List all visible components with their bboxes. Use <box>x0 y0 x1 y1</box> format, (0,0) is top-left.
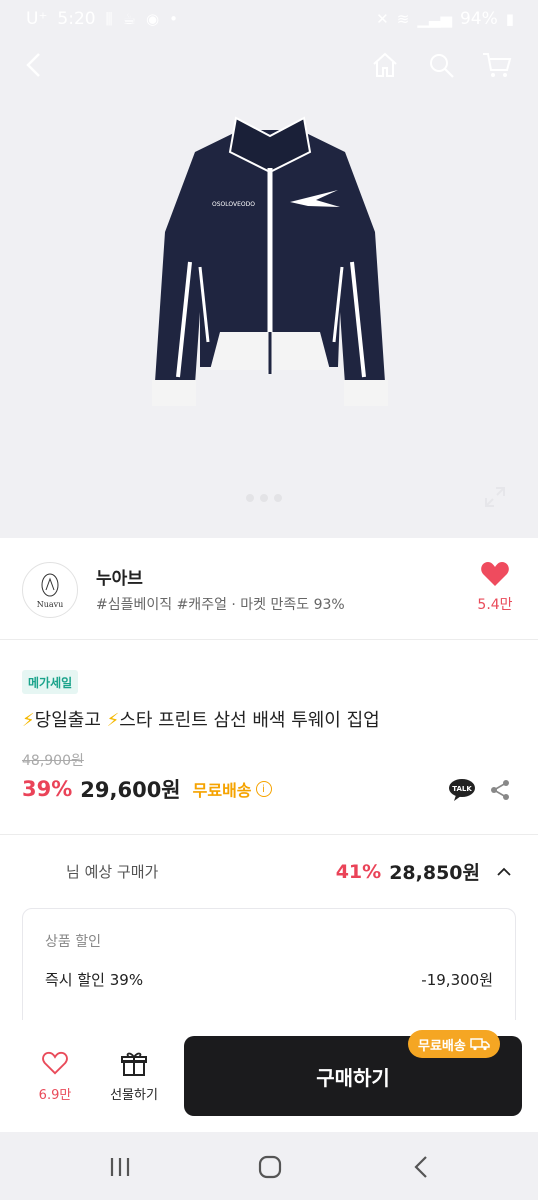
truck-icon <box>470 1038 490 1051</box>
seller-like-count: 5.4만 <box>477 597 513 613</box>
more-dot-icon: • <box>169 10 178 28</box>
chevron-up-icon[interactable] <box>496 864 512 880</box>
home-button[interactable] <box>368 48 402 82</box>
search-icon <box>430 54 454 78</box>
share-icon[interactable] <box>488 778 512 802</box>
lightning-icon: ⚡ <box>22 710 35 731</box>
wifi-icon: ≋ <box>396 10 410 28</box>
signal-icon: ▁▃▅ <box>417 10 452 28</box>
back-icon <box>26 53 40 77</box>
seller-name[interactable]: 누아브 <box>96 564 143 589</box>
carrier-text: U⁺ <box>26 9 48 29</box>
product-photo: OSOLOVEODO <box>152 116 388 406</box>
free-shipping-label: 무료배송 <box>192 781 252 800</box>
product-title: ⚡당일출고 ⚡스타 프린트 삼선 배색 투웨이 집업 <box>22 706 380 732</box>
seller-tags: #심플베이직 #캐주얼 · 마켓 만족도 93% <box>96 597 345 613</box>
discount-box-title: 상품 할인 <box>45 934 101 950</box>
system-home-icon[interactable] <box>256 1154 284 1180</box>
title-rest: 스타 프린트 삼선 배색 투웨이 집업 <box>119 710 380 731</box>
expected-price: 28,850원 <box>389 862 480 884</box>
expand-icon[interactable] <box>482 484 508 510</box>
sale-price: 29,600원 <box>80 778 181 802</box>
top-navigation <box>0 38 538 92</box>
app-notification-icon: ☕ <box>122 10 136 28</box>
heart-filled-icon <box>481 562 509 586</box>
heart-outline-icon <box>42 1051 68 1075</box>
free-shipping-pill: 무료배송 <box>408 1030 500 1058</box>
price-row: 39% 29,600원 무료배송 i <box>22 774 272 804</box>
instant-discount-label: 즉시 할인 39% <box>45 971 144 989</box>
gift-icon <box>121 1052 147 1076</box>
title-same-day: 당일출고 <box>34 710 101 731</box>
battery-icon: ▮ <box>505 10 514 28</box>
section-divider <box>0 834 538 835</box>
kakao-talk-icon[interactable]: TALK <box>448 778 476 802</box>
seller-logo-text: Nuavu <box>36 599 64 609</box>
seller-like-button[interactable]: 5.4만 <box>474 560 516 614</box>
notification-icon: ⫼ <box>105 10 113 28</box>
cart-button[interactable] <box>480 48 514 82</box>
recent-apps-icon[interactable] <box>106 1154 134 1180</box>
original-price: 48,900원 <box>22 753 84 769</box>
carousel-dots <box>246 494 282 502</box>
discount-rate: 39% <box>22 777 73 801</box>
expected-price-label: 님 예상 구매가 <box>66 863 159 881</box>
mute-icon: ✕ <box>376 10 389 28</box>
expected-discount: 41% <box>335 860 382 883</box>
talk-label: TALK <box>452 785 472 793</box>
search-button[interactable] <box>424 48 458 82</box>
instant-discount-value: -19,300원 <box>421 971 493 989</box>
like-button[interactable]: 6.9만 <box>22 1050 88 1103</box>
gift-label: 선물하기 <box>110 1088 158 1103</box>
back-button[interactable] <box>18 48 52 82</box>
home-icon <box>373 52 397 77</box>
info-icon[interactable]: i <box>255 781 272 797</box>
seller-emblem-icon <box>41 573 59 596</box>
cart-icon <box>483 53 512 77</box>
mega-sale-badge: 메가세일 <box>22 670 79 694</box>
ship-pill-label: 무료배송 <box>418 1038 466 1054</box>
seller-logo[interactable]: Nuavu <box>22 562 78 618</box>
gift-button[interactable]: 선물하기 <box>98 1050 170 1103</box>
status-bar: U⁺ 5:20 ⫼ ☕ ◉ • ✕ ≋ ▁▃▅ 94% ▮ <box>0 0 538 38</box>
like-count: 6.9만 <box>38 1088 72 1103</box>
jacket-print-text: OSOLOVEODO <box>212 201 255 208</box>
expected-price-row[interactable]: 님 예상 구매가 41% 28,850원 <box>0 836 538 906</box>
battery-text: 94% <box>459 9 498 29</box>
chat-icon: ◉ <box>145 10 160 28</box>
purchase-bar: 6.9만 선물하기 구매하기 무료배송 <box>0 1020 538 1132</box>
clock-text: 5:20 <box>57 9 96 29</box>
seller-row[interactable]: Nuavu 누아브 #심플베이직 #캐주얼 · 마켓 만족도 93% 5.4만 <box>0 538 538 640</box>
system-back-icon[interactable] <box>408 1154 436 1180</box>
lightning-icon: ⚡ <box>100 710 120 731</box>
system-navigation-bar <box>0 1132 538 1200</box>
